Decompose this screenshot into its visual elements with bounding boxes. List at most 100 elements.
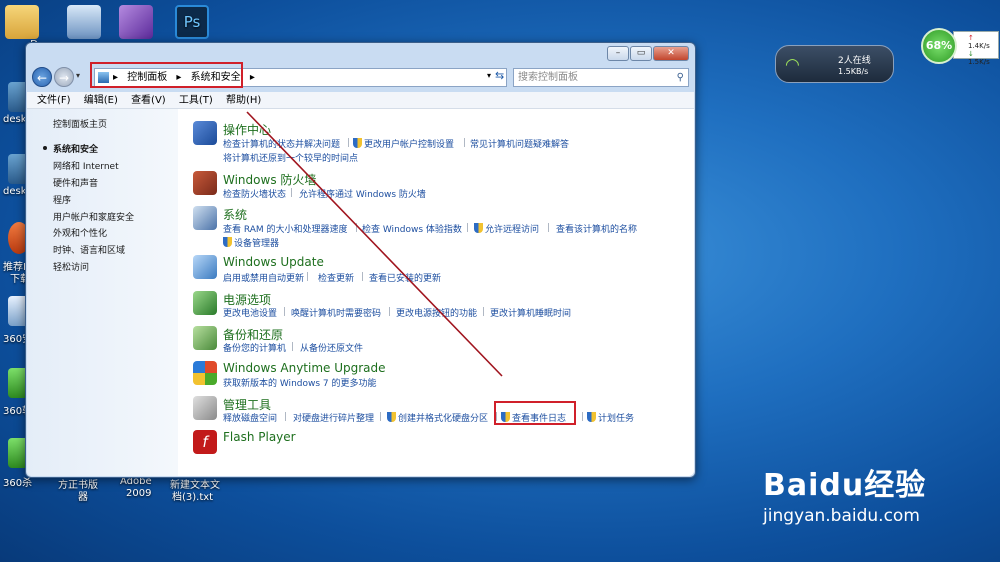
link-troubleshoot[interactable]: 常见计算机问题疑难解答 (470, 137, 569, 150)
link-separator (483, 307, 484, 316)
link-separator (307, 272, 308, 281)
link-allow-program[interactable]: 允许程序通过 Windows 防火墙 (299, 187, 426, 200)
link-separator (348, 138, 349, 147)
menu-file[interactable]: 文件(F) (37, 95, 71, 106)
sidebar-item-network[interactable]: 网络和 Internet (53, 159, 119, 172)
link-text: 创建并格式化硬盘分区 (398, 414, 489, 424)
uac-shield-icon (387, 412, 396, 422)
link-separator (464, 138, 465, 147)
link-firewall-status[interactable]: 检查防火墙状态 (223, 187, 286, 200)
current-item-bullet (43, 146, 47, 150)
network-widget[interactable]: ◠ 2人在线 1.5KB/s (775, 45, 894, 83)
menu-tools[interactable]: 工具(T) (179, 95, 213, 106)
power-icon (193, 291, 217, 315)
link-backup-computer[interactable]: 备份您的计算机 (223, 341, 286, 354)
recent-pages-dropdown[interactable]: ▾ (76, 71, 80, 80)
category-title[interactable]: Windows Update (223, 255, 324, 269)
minimize-button[interactable]: – (607, 46, 629, 61)
link-power-button[interactable]: 更改电源按钮的功能 (396, 306, 477, 319)
link-text: 计划任务 (598, 414, 635, 424)
baidu-brand: Baidu经验 (763, 468, 927, 503)
refresh-icon[interactable]: ⇆ (495, 69, 504, 82)
link-auto-update[interactable]: 启用或禁用自动更新 (223, 271, 304, 284)
link-check-status[interactable]: 检查计算机的状态并解决问题 (223, 137, 340, 150)
link-experience-index[interactable]: 检查 Windows 体验指数 (362, 222, 462, 235)
sidebar-control-panel-home[interactable]: 控制面板主页 (53, 117, 107, 130)
uac-shield-icon (353, 138, 362, 148)
link-installed-updates[interactable]: 查看已安装的更新 (369, 271, 441, 284)
link-restore-point[interactable]: 将计算机还原到一个较早的时间点 (223, 151, 358, 164)
search-input[interactable]: 搜索控制面板 ⚲ (513, 68, 689, 87)
category-title[interactable]: 操作中心 (223, 121, 271, 138)
maximize-button[interactable]: ▭ (630, 46, 652, 61)
link-device-manager[interactable]: 设备管理器 (223, 236, 279, 249)
search-placeholder: 搜索控制面板 (518, 72, 578, 83)
link-computer-name[interactable]: 查看该计算机的名称 (556, 222, 637, 235)
link-disk-partition[interactable]: 创建并格式化硬盘分区 (387, 411, 488, 424)
category-title[interactable]: 系统 (223, 206, 247, 223)
link-battery[interactable]: 更改电池设置 (223, 306, 277, 319)
sidebar-item-appearance[interactable]: 外观和个性化 (53, 226, 107, 239)
close-button[interactable]: ✕ (653, 46, 689, 61)
desktop-label-adobe-year: 2009 (126, 488, 152, 499)
visual-studio-icon (119, 5, 153, 39)
address-dropdown[interactable]: ▾ (487, 71, 491, 80)
desktop-icon-computer[interactable] (54, 5, 114, 39)
link-wake-password[interactable]: 唤醒计算机时需要密码 (291, 306, 381, 319)
firewall-icon (193, 171, 217, 195)
menu-edit[interactable]: 编辑(E) (84, 95, 118, 106)
link-ram-cpu[interactable]: 查看 RAM 的大小和处理器速度 (223, 222, 348, 235)
sidebar-item-hardware-sound[interactable]: 硬件和声音 (53, 176, 98, 189)
link-uac-settings[interactable]: 更改用户帐户控制设置 (353, 137, 454, 150)
link-separator (389, 307, 390, 316)
forward-button[interactable]: → (54, 67, 74, 87)
link-separator (284, 307, 285, 316)
flag-icon (193, 121, 217, 145)
upload-speed: ↑ 1.4K/s (968, 34, 990, 50)
link-restore-files[interactable]: 从备份还原文件 (300, 341, 363, 354)
annotation-box-event-log (494, 401, 576, 425)
link-free-disk-space[interactable]: 释放磁盘空间 (223, 411, 277, 424)
search-icon[interactable]: ⚲ (677, 69, 684, 86)
link-sleep-time[interactable]: 更改计算机睡眠时间 (490, 306, 571, 319)
menu-help[interactable]: 帮助(H) (226, 95, 261, 106)
sidebar-item-clock-region[interactable]: 时钟、语言和区域 (53, 243, 125, 256)
menu-view[interactable]: 查看(V) (131, 95, 166, 106)
desktop-label-desk-1: desk (3, 114, 27, 125)
link-text: 允许远程访问 (485, 225, 540, 235)
control-panel-window: – ▭ ✕ ← → ▾ ▸ 控制面板 ▸ 系统和安全 ▸ ▾ ⇆ 搜索控制面板 … (25, 42, 696, 478)
flash-icon: f (193, 430, 217, 454)
link-text: 更改用户帐户控制设置 (364, 140, 455, 150)
sidebar-item-system-security[interactable]: 系统和安全 (43, 142, 98, 155)
category-title[interactable]: Flash Player (223, 430, 296, 444)
link-task-scheduler[interactable]: 计划任务 (587, 411, 634, 424)
link-separator (285, 412, 286, 421)
breadcrumb-separator-icon[interactable]: ▸ (250, 72, 255, 83)
speed-meter-ball[interactable]: 68% (921, 28, 957, 64)
speed-meter-box[interactable]: ↑ 1.4K/s ↓ 1.5K/s (953, 31, 999, 66)
link-separator (362, 272, 363, 281)
uac-shield-icon (223, 237, 232, 247)
desktop-label-textfile-2: 档(3).txt (172, 492, 214, 503)
back-button[interactable]: ← (32, 67, 52, 87)
download-value: 1.5K/s (968, 58, 990, 66)
online-count: 2人在线 (838, 56, 871, 66)
sidebar-item-programs[interactable]: 程序 (53, 193, 71, 206)
link-remote-access[interactable]: 允许远程访问 (474, 222, 539, 235)
admin-tools-icon (193, 396, 217, 420)
link-defragment[interactable]: 对硬盘进行碎片整理 (293, 411, 374, 424)
link-get-features[interactable]: 获取新版本的 Windows 7 的更多功能 (223, 376, 376, 389)
sidebar-item-user-accounts[interactable]: 用户帐户和家庭安全 (53, 210, 134, 223)
category-title[interactable]: Windows 防火墙 (223, 171, 316, 188)
link-separator (380, 412, 381, 421)
desktop-label-desk-2: desk (3, 186, 27, 197)
sidebar-item-ease-of-access[interactable]: 轻松访问 (53, 260, 89, 273)
link-separator (292, 342, 293, 351)
download-speed: ↓ 1.5K/s (968, 50, 990, 66)
folder-icon (5, 5, 39, 39)
category-title[interactable]: Windows Anytime Upgrade (223, 361, 386, 375)
link-check-updates[interactable]: 检查更新 (318, 271, 354, 284)
desktop-icon-visualstudio[interactable] (106, 5, 166, 39)
link-separator (467, 223, 468, 232)
desktop-icon-photoshop[interactable]: Ps (162, 5, 222, 39)
